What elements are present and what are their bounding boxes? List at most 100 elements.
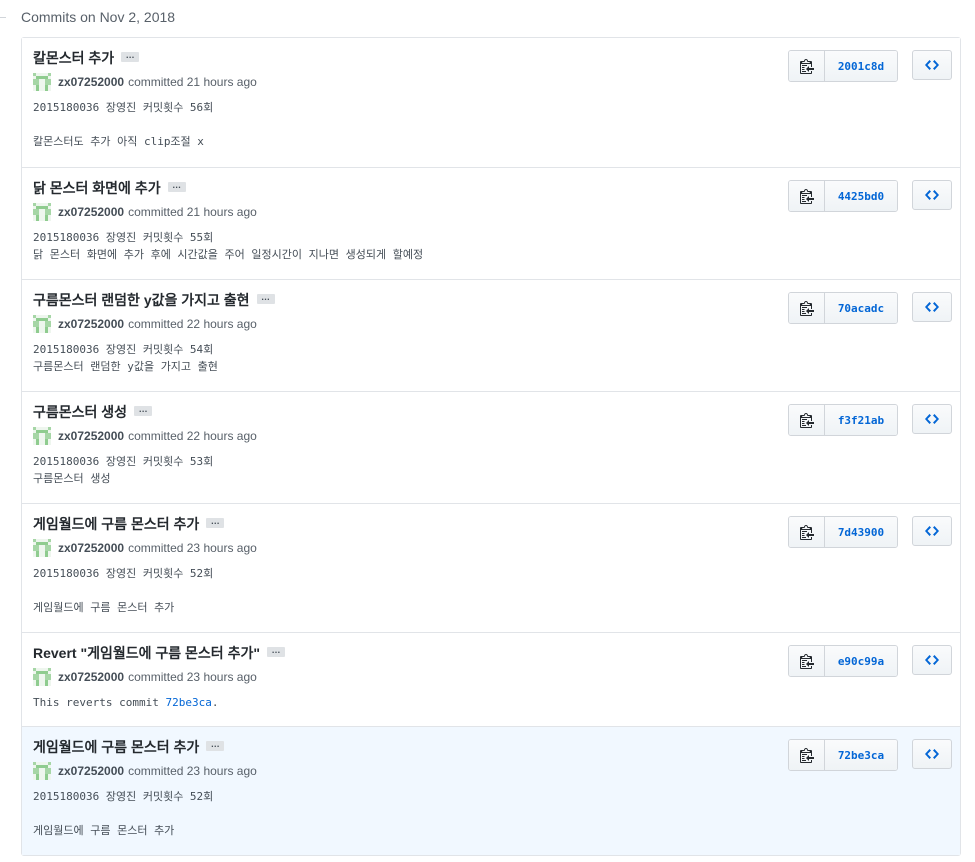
commit-row: Revert "게임월드에 구름 몬스터 추가" … zx07252000 commi… bbox=[22, 632, 960, 726]
commit-description: 2015180036 장영진 커밋횟수 54회 구름몬스터 랜덤한 y값을 가지고… bbox=[33, 341, 218, 375]
commit-description-line bbox=[33, 805, 213, 822]
commit-meta: zx07252000 committed 23 hours ago bbox=[33, 762, 257, 780]
commit-sha-link[interactable]: 4425bd0 bbox=[825, 181, 897, 211]
code-icon bbox=[925, 746, 939, 762]
commit-message: 게임월드에 구름 몬스터 추가 … bbox=[33, 737, 225, 757]
commit-message: 게임월드에 구름 몬스터 추가 … bbox=[33, 514, 225, 534]
commit-sha-link[interactable]: 2001c8d bbox=[825, 51, 897, 81]
commit-time: committed 23 hours ago bbox=[128, 541, 257, 555]
commit-row: 게임월드에 구름 몬스터 추가 … zx07252000 committed 23 h… bbox=[22, 503, 960, 632]
commit-description-line: 칼몬스터도 추가 아직 clip조절 x bbox=[33, 135, 204, 148]
expand-message-button[interactable]: … bbox=[206, 740, 225, 752]
commit-message: 칼몬스터 추가 … bbox=[33, 48, 140, 68]
clipboard-icon bbox=[799, 300, 814, 316]
commit-description-line: 게임월드에 구름 몬스터 추가 bbox=[33, 601, 175, 614]
expand-message-button[interactable]: … bbox=[206, 517, 225, 529]
browse-repo-button[interactable] bbox=[912, 739, 952, 769]
commit-sha-link[interactable]: 7d43900 bbox=[825, 517, 897, 547]
browse-repo-button[interactable] bbox=[912, 292, 952, 322]
commit-message: Revert "게임월드에 구름 몬스터 추가" … bbox=[33, 643, 285, 663]
commit-description-line: 2015180036 장영진 커밋횟수 53회 bbox=[33, 455, 214, 468]
browse-repo-button[interactable] bbox=[912, 516, 952, 546]
commit-meta: zx07252000 committed 23 hours ago bbox=[33, 539, 257, 557]
commit-meta: zx07252000 committed 22 hours ago bbox=[33, 315, 257, 333]
avatar[interactable] bbox=[33, 315, 51, 333]
avatar[interactable] bbox=[33, 427, 51, 445]
revert-prefix: This reverts commit bbox=[33, 696, 166, 709]
commit-title-link[interactable]: 구름몬스터 생성 bbox=[33, 404, 127, 420]
commit-row: 칼몬스터 추가 … zx07252000 committed 21 hours ago… bbox=[22, 38, 960, 167]
commit-meta: zx07252000 committed 23 hours ago bbox=[33, 668, 257, 686]
expand-message-button[interactable]: … bbox=[121, 51, 140, 63]
commit-row: 게임월드에 구름 몬스터 추가 … zx07252000 committed 23 h… bbox=[22, 726, 960, 855]
author-link[interactable]: zx07252000 bbox=[58, 670, 124, 684]
commit-time: committed 21 hours ago bbox=[128, 75, 257, 89]
avatar[interactable] bbox=[33, 762, 51, 780]
commit-meta: zx07252000 committed 21 hours ago bbox=[33, 203, 257, 221]
avatar[interactable] bbox=[33, 203, 51, 221]
author-link[interactable]: zx07252000 bbox=[58, 429, 124, 443]
author-link[interactable]: zx07252000 bbox=[58, 205, 124, 219]
author-link[interactable]: zx07252000 bbox=[58, 764, 124, 778]
expand-message-button[interactable]: … bbox=[167, 181, 186, 193]
clipboard-icon bbox=[799, 653, 814, 669]
browse-repo-button[interactable] bbox=[912, 50, 952, 80]
commit-title-link[interactable]: 닭 몬스터 화면에 추가 bbox=[33, 180, 161, 196]
copy-sha-button[interactable] bbox=[789, 293, 825, 323]
clipboard-icon bbox=[799, 58, 814, 74]
commit-row: 구름몬스터 랜덤한 y값을 가지고 출현 … zx07252000 committed… bbox=[22, 279, 960, 391]
commit-description-line: 2015180036 장영진 커밋횟수 56회 bbox=[33, 101, 214, 114]
sha-button-group: 7d43900 bbox=[788, 516, 898, 548]
commit-description: 2015180036 장영진 커밋횟수 52회 게임월드에 구름 몬스터 추가 bbox=[33, 565, 213, 616]
copy-sha-button[interactable] bbox=[789, 51, 825, 81]
commit-sha-link[interactable]: e90c99a bbox=[825, 646, 897, 676]
sha-button-group: 70acadc bbox=[788, 292, 898, 324]
expand-message-button[interactable]: … bbox=[256, 293, 275, 305]
browse-repo-button[interactable] bbox=[912, 645, 952, 675]
commit-sha-link[interactable]: f3f21ab bbox=[825, 405, 897, 435]
browse-repo-button[interactable] bbox=[912, 180, 952, 210]
code-icon bbox=[925, 187, 939, 203]
commit-title-link[interactable]: 게임월드에 구름 몬스터 추가 bbox=[33, 739, 199, 755]
commit-row: 닭 몬스터 화면에 추가 … zx07252000 committed 21 hour… bbox=[22, 167, 960, 279]
expand-message-button[interactable]: … bbox=[266, 646, 285, 658]
commit-time: committed 22 hours ago bbox=[128, 317, 257, 331]
commit-description: 2015180036 장영진 커밋횟수 53회 구름몬스터 생성 bbox=[33, 453, 213, 487]
copy-sha-button[interactable] bbox=[789, 181, 825, 211]
commit-description-line: 2015180036 장영진 커밋횟수 52회 bbox=[33, 790, 214, 803]
avatar[interactable] bbox=[33, 73, 51, 91]
commit-title-link[interactable]: 구름몬스터 랜덤한 y값을 가지고 출현 bbox=[33, 292, 250, 308]
commit-time: committed 23 hours ago bbox=[128, 764, 257, 778]
author-link[interactable]: zx07252000 bbox=[58, 541, 124, 555]
author-link[interactable]: zx07252000 bbox=[58, 317, 124, 331]
commit-title-link[interactable]: 게임월드에 구름 몬스터 추가 bbox=[33, 516, 199, 532]
commit-row: 구름몬스터 생성 … zx07252000 committed 22 hours ag… bbox=[22, 391, 960, 503]
commit-description-line: 닭 몬스터 화면에 추가 후에 시간값을 주어 일정시간이 지나면 생성되게 할… bbox=[33, 248, 424, 261]
browse-repo-button[interactable] bbox=[912, 404, 952, 434]
revert-suffix: . bbox=[211, 696, 219, 709]
author-link[interactable]: zx07252000 bbox=[58, 75, 124, 89]
timeline-dash bbox=[0, 17, 6, 18]
commit-sha-link[interactable]: 70acadc bbox=[825, 293, 897, 323]
expand-message-button[interactable]: … bbox=[134, 405, 153, 417]
avatar[interactable] bbox=[33, 668, 51, 686]
commit-title-link[interactable]: Revert "게임월드에 구름 몬스터 추가" bbox=[33, 645, 260, 661]
clipboard-icon bbox=[799, 188, 814, 204]
copy-sha-button[interactable] bbox=[789, 740, 825, 770]
copy-sha-button[interactable] bbox=[789, 517, 825, 547]
commit-meta: zx07252000 committed 21 hours ago bbox=[33, 73, 257, 91]
code-icon bbox=[925, 523, 939, 539]
commit-sha-link[interactable]: 72be3ca bbox=[825, 740, 897, 770]
commit-description: 2015180036 장영진 커밋횟수 52회게임월드에 구름 몬스터 추가 bbox=[33, 788, 213, 839]
commit-title-link[interactable]: 칼몬스터 추가 bbox=[33, 50, 114, 66]
clipboard-icon bbox=[799, 412, 814, 428]
commit-ref-link[interactable]: 72be3ca bbox=[165, 696, 211, 709]
commit-description-line: 구름몬스터 랜덤한 y값을 가지고 출현 bbox=[33, 360, 218, 373]
copy-sha-button[interactable] bbox=[789, 405, 825, 435]
avatar[interactable] bbox=[33, 539, 51, 557]
copy-sha-button[interactable] bbox=[789, 646, 825, 676]
commit-description-line: 게임월드에 구름 몬스터 추가 bbox=[33, 824, 175, 837]
sha-button-group: e90c99a bbox=[788, 645, 898, 677]
commit-group-header: Commits on Nov 2, 2018 bbox=[0, 0, 975, 36]
commit-list: 칼몬스터 추가 … zx07252000 committed 21 hours ago… bbox=[21, 37, 961, 856]
